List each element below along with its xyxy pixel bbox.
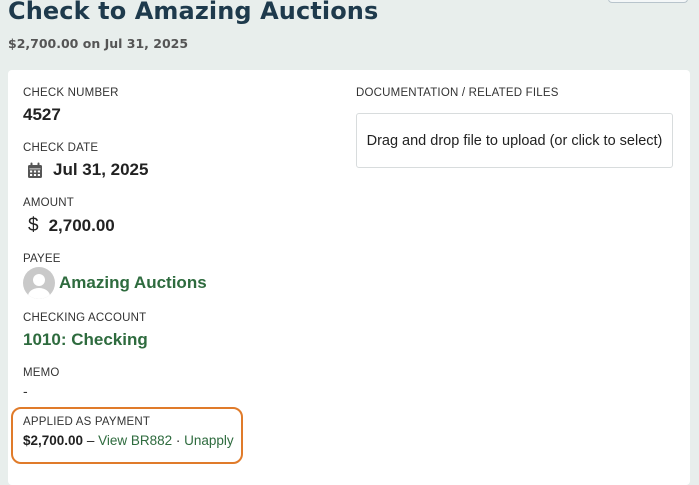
payee-field[interactable]: Amazing Auctions	[23, 267, 207, 299]
documentation-label: DOCUMENTATION / RELATED FILES	[356, 87, 559, 99]
applied-amount: $2,700.00	[23, 433, 84, 448]
unapply-link[interactable]: Unapply	[184, 433, 234, 448]
dollar-icon: $	[28, 215, 39, 236]
memo-value: -	[23, 383, 28, 399]
memo-label: MEMO	[23, 367, 60, 379]
amount-value: 2,700.00	[48, 216, 115, 235]
check-number-value: 4527	[23, 105, 61, 124]
page-title: Check to Amazing Auctions	[8, 0, 379, 25]
dropzone-text: Drag and drop file to upload (or click t…	[366, 132, 663, 149]
checking-account-link[interactable]: 1010: Checking	[23, 330, 148, 350]
top-right-button-edge[interactable]	[608, 0, 688, 3]
applied-payment-line: $2,700.00 – View BR882 · Unapply	[23, 433, 234, 448]
check-date-label: CHECK DATE	[23, 142, 99, 154]
link-separator: ·	[172, 433, 185, 448]
checking-account-label: CHECKING ACCOUNT	[23, 312, 147, 324]
applied-separator: –	[83, 433, 99, 448]
check-number-label: CHECK NUMBER	[23, 87, 119, 99]
calendar-icon	[27, 162, 43, 179]
amount-label: AMOUNT	[23, 197, 75, 209]
avatar	[23, 267, 55, 299]
applied-payment-label: APPLIED AS PAYMENT	[23, 416, 151, 428]
check-date-field: Jul 31, 2025	[27, 160, 148, 180]
page-subtitle: $2,700.00 on Jul 31, 2025	[8, 36, 189, 51]
payee-link[interactable]: Amazing Auctions	[59, 273, 207, 293]
payee-label: PAYEE	[23, 253, 61, 265]
view-bill-link[interactable]: View BR882	[98, 433, 172, 448]
file-dropzone[interactable]: Drag and drop file to upload (or click t…	[356, 113, 673, 168]
check-date-value: Jul 31, 2025	[53, 160, 149, 179]
amount-field: $ 2,700.00	[25, 215, 115, 237]
